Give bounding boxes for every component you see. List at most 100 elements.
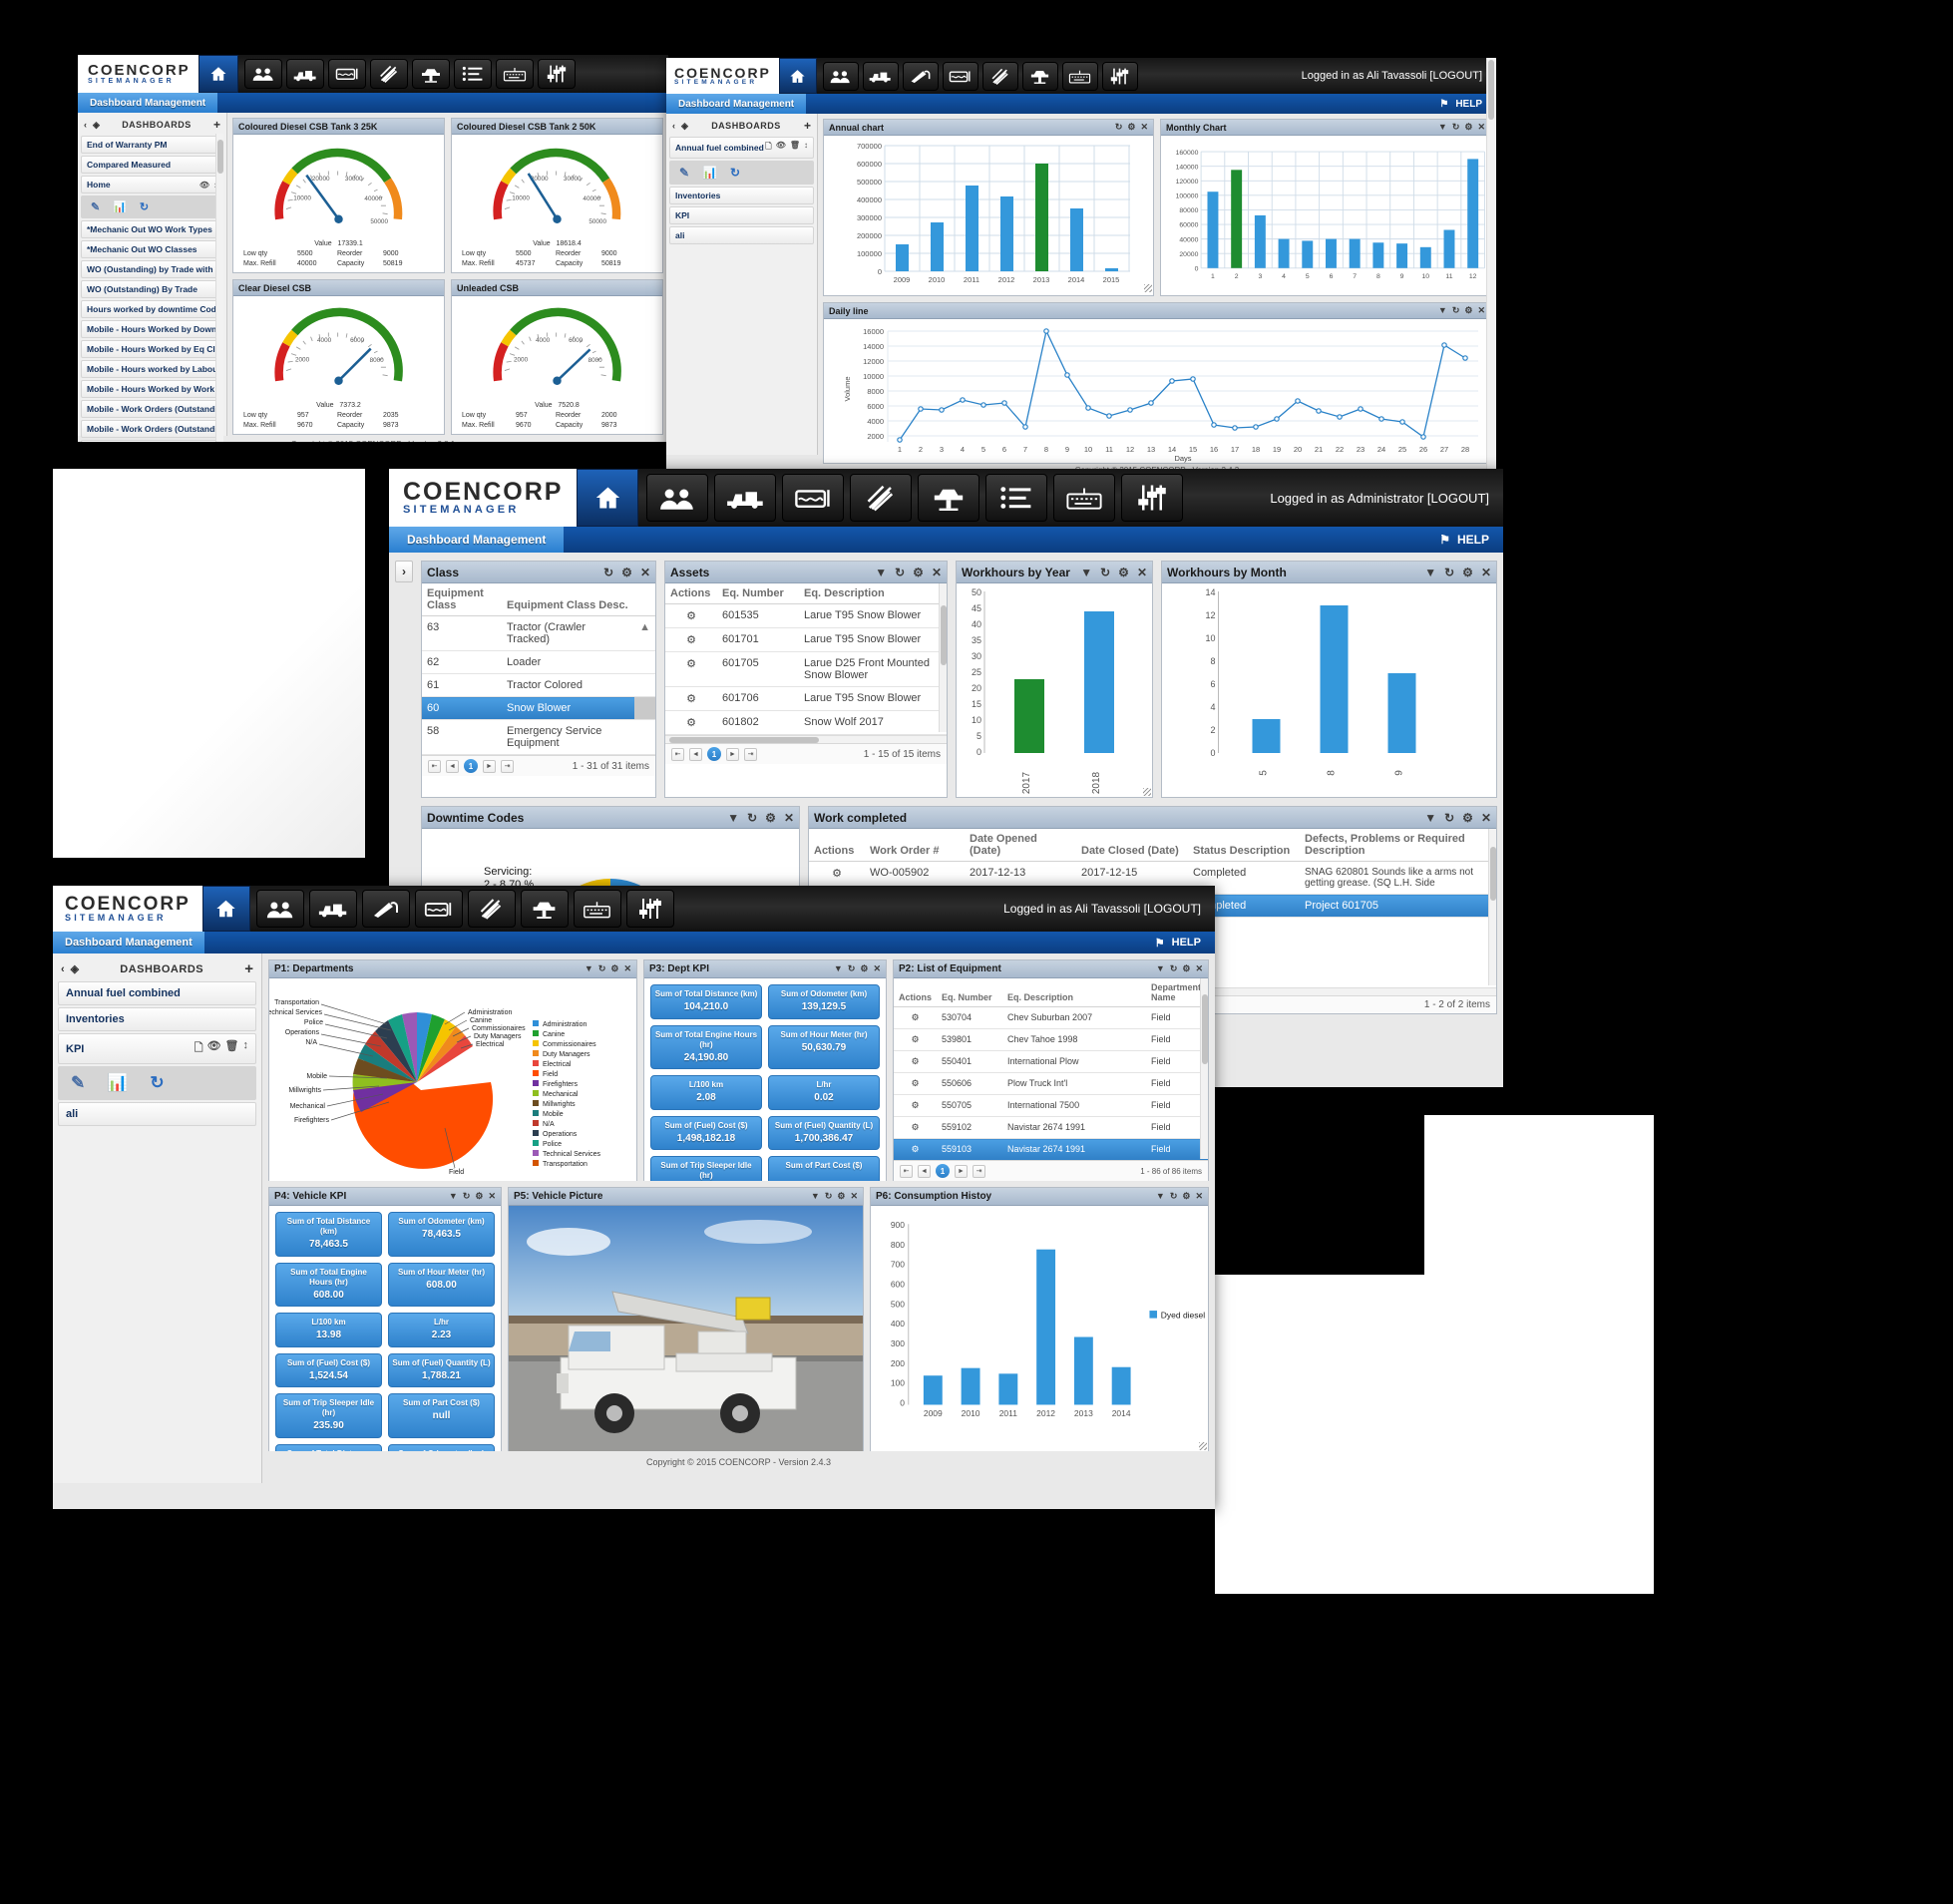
filter-icon[interactable]: ▼ <box>727 811 739 825</box>
sidebar-back-icon[interactable]: ‹ <box>61 963 65 975</box>
nav-spring-icon[interactable] <box>850 474 913 522</box>
refresh-icon[interactable]: ↻ <box>1115 122 1123 133</box>
first-page-icon[interactable]: ⇤ <box>900 1164 913 1178</box>
window-kpi-dashboard[interactable]: COENCORP SITEMANAGER Logged in as Ali Ta… <box>53 886 1215 1509</box>
refresh-icon[interactable]: ↻ <box>1170 1191 1178 1202</box>
list-item[interactable]: Mobile - Hours worked by Labour Dates <box>81 360 223 378</box>
nav-sliders-icon[interactable] <box>1101 61 1138 91</box>
trash-icon[interactable]: 🗑 <box>790 141 800 155</box>
kpi-tile[interactable]: Sum of Hour Meter (hr) 50,630.79 <box>768 1024 880 1069</box>
kpi-tile[interactable]: Sum of (Fuel) Quantity (L) 1,700,386.47 <box>768 1115 880 1150</box>
kpi-tile[interactable]: Sum of Part Cost ($) null <box>388 1393 495 1438</box>
list-item[interactable]: ali <box>669 226 814 244</box>
list-item[interactable]: *Mechanic Out WO Classes <box>81 240 223 258</box>
refresh-icon[interactable]: ↻ <box>730 166 740 180</box>
filter-icon[interactable]: ▼ <box>1080 566 1092 579</box>
col-header[interactable]: Defects, Problems or Required Descriptio… <box>1300 829 1496 862</box>
panel-class[interactable]: Class ↻ ⚙ ✕ Equipment Class Equipment Clas… <box>421 561 656 798</box>
refresh-icon[interactable]: ↻ <box>150 1073 164 1093</box>
kpi-tile[interactable]: L/100 km 13.98 <box>275 1313 382 1347</box>
gear-icon[interactable]: ⚙ <box>1462 811 1473 825</box>
panel-workhours-by-month[interactable]: Workhours by Month ▼ ↻ ⚙ ✕ 14 12 10 8 6 4 2… <box>1161 561 1497 798</box>
sidebar-back-icon[interactable]: ‹ <box>672 121 675 131</box>
filter-icon[interactable]: ▼ <box>834 963 843 974</box>
help-label[interactable]: HELP <box>1455 99 1482 110</box>
panel-p4-vehicle-kpi[interactable]: P4: Vehicle KPI ▼ ↻ ⚙ ✕ Sum of Total Distan… <box>268 1187 502 1451</box>
gear-icon[interactable]: ⚙ <box>475 1191 483 1202</box>
gear-icon[interactable]: ⚙ <box>837 1191 845 1202</box>
list-item[interactable]: Compared Measured <box>81 156 223 174</box>
p2-pager[interactable]: ⇤ ◄ 1 ► ⇥ 1 - 86 of 86 items <box>894 1160 1208 1181</box>
window2-scrollbar[interactable] <box>1486 58 1496 469</box>
refresh-icon[interactable]: ↻ <box>1452 305 1460 316</box>
close-icon[interactable]: ✕ <box>1477 122 1485 133</box>
resize-handle[interactable] <box>1143 788 1151 796</box>
list-item[interactable]: Mobile - Hours Worked by Work Types <box>81 380 223 398</box>
gear-icon[interactable]: ⚙ <box>621 566 632 579</box>
gear-icon[interactable]: ⚙ <box>1464 305 1472 316</box>
kpi-tile[interactable]: L/100 km 2.08 <box>650 1075 762 1110</box>
close-icon[interactable]: ✕ <box>488 1191 496 1202</box>
window3-nav[interactable] <box>638 469 1191 527</box>
table-row[interactable]: ⚙ 601706 Larue T95 Snow Blower <box>665 686 947 711</box>
work-vscroll[interactable] <box>1488 829 1496 985</box>
table-row[interactable]: ⚙ 601705 Larue D25 Front Mounted Snow Blow… <box>665 651 947 687</box>
gauge-panel-coloured-diesel-tank3[interactable]: Coloured Diesel CSB Tank 3 25K 10000 200… <box>232 118 445 273</box>
nav-keyboard-icon[interactable] <box>1053 474 1116 522</box>
col-header[interactable]: Equipment Class <box>422 583 502 616</box>
filter-icon[interactable]: ▼ <box>1438 305 1447 316</box>
refresh-icon[interactable]: ↻ <box>848 963 856 974</box>
panel-p3-dept-kpi[interactable]: P3: Dept KPI ▼ ↻ ⚙ ✕ Sum of Total Distance … <box>643 959 887 1181</box>
sidebar-pin-icon[interactable]: ◈ <box>71 962 79 975</box>
filter-icon[interactable]: ▼ <box>811 1191 820 1202</box>
nav-fuel-tank-icon[interactable] <box>414 890 463 928</box>
dashboard-tools[interactable]: ✎ 📊 ↻ <box>81 195 223 218</box>
kpi-tile[interactable]: Sum of Total Engine Hours (hr) 24,190.80 <box>650 1024 762 1069</box>
tab-dashboard-management[interactable]: Dashboard Management <box>666 94 807 114</box>
table-row[interactable]: ⚙ 530704 Chev Suburban 2007 Field <box>894 1006 1208 1029</box>
kpi-tile[interactable]: Sum of Total Engine Hours (hr) 608.00 <box>275 1262 382 1307</box>
col-header[interactable]: Date Opened (Date) <box>965 829 1076 862</box>
next-page-icon[interactable]: ► <box>483 759 496 773</box>
gear-icon[interactable]: ⚙ <box>894 1028 938 1051</box>
nav-people-icon[interactable] <box>255 890 304 928</box>
filter-icon[interactable]: ▼ <box>1438 122 1447 133</box>
sidebar-add-icon[interactable]: + <box>244 960 253 977</box>
nav-fuel-tank-icon[interactable] <box>782 474 845 522</box>
close-icon[interactable]: ✕ <box>1481 566 1491 579</box>
refresh-icon[interactable]: ↻ <box>140 200 149 213</box>
kpi-tile[interactable]: Sum of Odometer (km) 78,463.5 <box>388 1212 495 1257</box>
nav-people-icon[interactable] <box>646 474 709 522</box>
table-row[interactable]: 61 Tractor Colored <box>422 673 655 697</box>
help-label[interactable]: HELP <box>1172 937 1201 949</box>
gear-icon[interactable]: ⚙ <box>894 1138 938 1161</box>
table-row[interactable]: ⚙ 550705 International 7500 Field <box>894 1094 1208 1117</box>
kpi-tile[interactable]: Sum of (Fuel) Quantity (L) 1,788.21 <box>388 1352 495 1387</box>
close-icon[interactable]: ✕ <box>1477 305 1485 316</box>
table-row-selected[interactable]: ⚙ 559103 Navistar 2674 1991 Field <box>894 1138 1208 1161</box>
refresh-icon[interactable]: ↻ <box>747 811 757 825</box>
col-header[interactable]: Equipment Class Desc. <box>502 583 635 616</box>
tab-dashboard-management[interactable]: Dashboard Management <box>53 932 204 953</box>
gear-icon[interactable]: ⚙ <box>894 1094 938 1117</box>
kpi-tile[interactable]: L/hr 0.02 <box>768 1075 880 1110</box>
dashboard-tools[interactable]: ✎ 📊 ↻ <box>58 1066 256 1100</box>
window1-dashboard-list[interactable]: End of Warranty PM Compared Measured Hom… <box>81 134 223 442</box>
panel-assets[interactable]: Assets ▼ ↻ ⚙ ✕ Actions Eq. Number Eq. Descr… <box>664 561 948 798</box>
kpi-tile[interactable]: Sum of Hour Meter (hr) 608.00 <box>388 1262 495 1307</box>
p2-equipment-table[interactable]: Actions Eq. Number Eq. Description Depar… <box>894 978 1208 1161</box>
col-header[interactable]: Date Closed (Date) <box>1076 829 1188 862</box>
next-page-icon[interactable]: ► <box>955 1164 968 1178</box>
close-icon[interactable]: ✕ <box>784 811 794 825</box>
list-item[interactable]: Mobile - Hours Worked by Downtime Codes <box>81 320 223 338</box>
help-zone[interactable]: ⚑ HELP <box>1439 533 1503 547</box>
gear-icon[interactable]: ⚙ <box>1182 963 1190 974</box>
panel-annual-chart[interactable]: Annual chart ↻ ⚙ ✕ 700000 600000 500000 … <box>823 119 1154 296</box>
trash-icon[interactable]: 🗑 <box>225 1039 239 1058</box>
gear-icon[interactable]: ⚙ <box>665 651 717 687</box>
col-header[interactable]: Eq. Description <box>1002 978 1146 1007</box>
edit-icon[interactable]: ✎ <box>679 166 689 180</box>
help-label[interactable]: HELP <box>1457 533 1489 547</box>
gear-icon[interactable]: ⚙ <box>665 603 717 628</box>
window4-sidebar[interactable]: ‹ ◈ DASHBOARDS + Annual fuel combined In… <box>53 953 262 1483</box>
